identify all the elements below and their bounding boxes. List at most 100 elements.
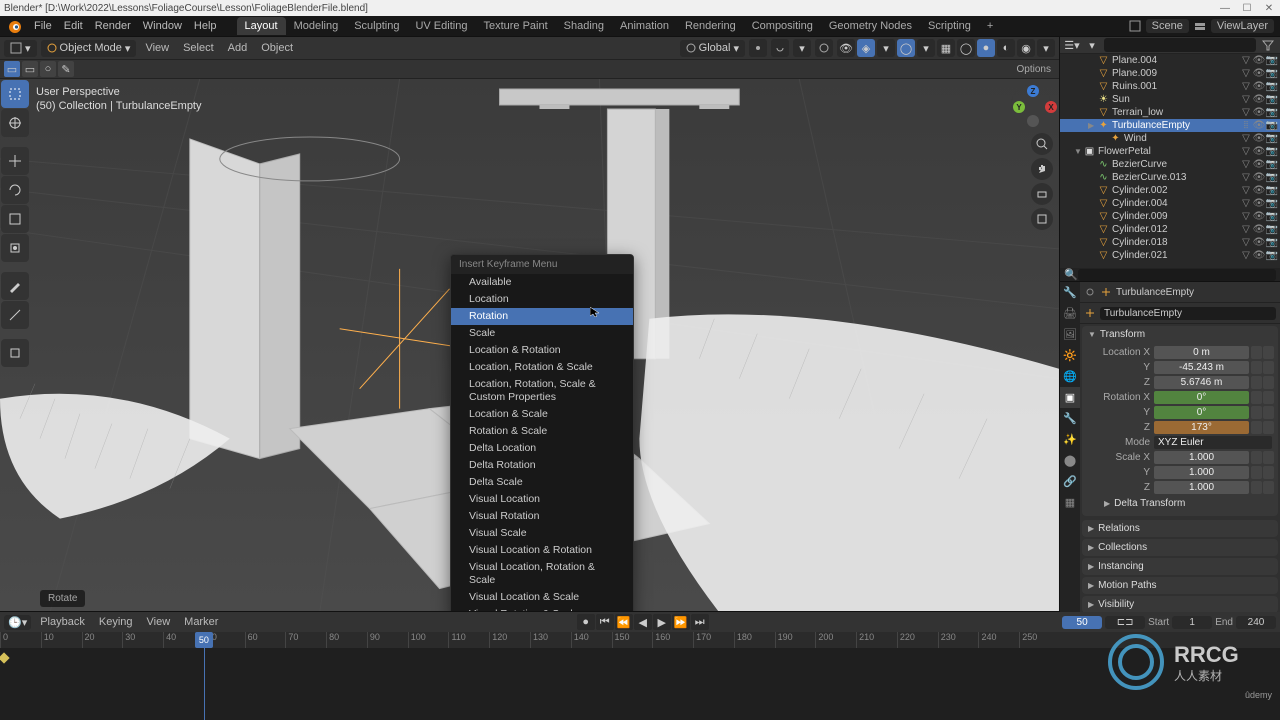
outliner-row[interactable]: ▽Cylinder.018▽👁📷 — [1060, 236, 1280, 249]
axis-z-icon[interactable]: Z — [1027, 85, 1039, 97]
panel-delta-transform[interactable]: ▶Delta Transform — [1090, 495, 1274, 512]
outliner-row[interactable]: ▽Terrain_low▽👁📷 — [1060, 106, 1280, 119]
kf-item-location-scale[interactable]: Location & Scale — [451, 406, 633, 423]
outliner-row[interactable]: ▽Plane.009▽👁📷 — [1060, 67, 1280, 80]
vp-menu-add[interactable]: Add — [223, 42, 253, 54]
eye-icon[interactable]: 👁 — [1253, 185, 1265, 197]
kf-item-available[interactable]: Available — [451, 274, 633, 291]
tool-rotate[interactable] — [1, 176, 29, 204]
field-location-x[interactable]: 0 m — [1154, 346, 1249, 359]
outliner-filter-input[interactable] — [1078, 269, 1276, 281]
viewport-3d-canvas[interactable]: User Perspective (50) Collection | Turbu… — [0, 79, 1059, 611]
maximize-button[interactable]: ☐ — [1240, 1, 1254, 15]
kf-item-delta-location[interactable]: Delta Location — [451, 440, 633, 457]
menu-window[interactable]: Window — [137, 20, 188, 32]
menu-help[interactable]: Help — [188, 20, 223, 32]
tab-uv-editing[interactable]: UV Editing — [407, 17, 475, 35]
render-icon[interactable]: 📷 — [1266, 120, 1278, 132]
nav-camera-button[interactable] — [1031, 183, 1053, 205]
outliner-row[interactable]: ▽Plane.004▽👁📷 — [1060, 54, 1280, 67]
outliner-tree[interactable]: ▽Plane.004▽👁📷▽Plane.009▽👁📷▽Ruins.001▽👁📷☀… — [1060, 54, 1280, 268]
tab-modeling[interactable]: Modeling — [286, 17, 347, 35]
kf-item-location-rotation-scale[interactable]: Location, Rotation & Scale — [451, 359, 633, 376]
overlay-dropdown[interactable]: ▾ — [917, 39, 935, 57]
eye-icon[interactable]: 👁 — [1253, 172, 1265, 184]
select-mode-box[interactable]: ▭ — [22, 61, 38, 77]
tool-select-box[interactable] — [1, 80, 29, 108]
tab-add[interactable]: + — [979, 17, 1001, 35]
eye-icon[interactable]: 👁 — [1253, 250, 1265, 262]
axis-neg-z-icon[interactable] — [1027, 115, 1039, 127]
nav-persp-button[interactable] — [1031, 208, 1053, 230]
eye-icon[interactable]: 👁 — [1253, 81, 1265, 93]
tab-shading[interactable]: Shading — [556, 17, 612, 35]
menu-edit[interactable]: Edit — [58, 20, 89, 32]
select-mode-circle[interactable]: ○ — [40, 61, 56, 77]
tab-rendering[interactable]: Rendering — [677, 17, 744, 35]
menu-file[interactable]: File — [28, 20, 58, 32]
select-mode-tweak[interactable]: ▭ — [4, 61, 20, 77]
snap-toggle[interactable] — [771, 39, 789, 57]
tab-compositing[interactable]: Compositing — [744, 17, 821, 35]
kf-item-delta-rotation[interactable]: Delta Rotation — [451, 457, 633, 474]
kf-item-rotation-scale[interactable]: Rotation & Scale — [451, 423, 633, 440]
tool-move[interactable] — [1, 147, 29, 175]
prop-tab-data[interactable]: ▦ — [1060, 492, 1080, 513]
play[interactable]: ▶ — [653, 614, 671, 630]
render-icon[interactable]: 📷 — [1266, 250, 1278, 262]
kf-item-location[interactable]: Location — [451, 291, 633, 308]
eye-icon[interactable]: 👁 — [1253, 120, 1265, 132]
prop-tab-constraints[interactable]: 🔗 — [1060, 471, 1080, 492]
render-icon[interactable]: 📷 — [1266, 146, 1278, 158]
kf-item-visual-rotation-scale[interactable]: Visual Rotation & Scale — [451, 606, 633, 611]
render-icon[interactable]: 📷 — [1266, 211, 1278, 223]
shading-solid[interactable]: ● — [977, 39, 995, 57]
breadcrumb-object[interactable]: TurbulanceEmpty — [1116, 287, 1194, 298]
kf-item-visual-location-scale[interactable]: Visual Location & Scale — [451, 589, 633, 606]
vp-menu-view[interactable]: View — [140, 42, 174, 54]
object-name-field[interactable]: TurbulanceEmpty — [1100, 307, 1276, 320]
jump-prev-key[interactable]: ⏪ — [615, 614, 633, 630]
panel-visibility[interactable]: ▶Visibility — [1082, 596, 1278, 613]
tl-menu-keying[interactable]: Keying — [94, 616, 138, 628]
outliner-row[interactable]: ∿BezierCurve.013▽👁📷 — [1060, 171, 1280, 184]
lock-loc-x[interactable] — [1251, 346, 1262, 359]
jump-start[interactable]: ⏮ — [596, 614, 614, 630]
shading-dropdown[interactable]: ▾ — [1037, 39, 1055, 57]
outliner-row[interactable]: ▽Ruins.001▽👁📷 — [1060, 80, 1280, 93]
tab-texture-paint[interactable]: Texture Paint — [475, 17, 555, 35]
mode-dropdown[interactable]: Object Mode ▾ — [41, 40, 137, 57]
eye-icon[interactable]: 👁 — [1253, 94, 1265, 106]
eye-icon[interactable]: 👁 — [1253, 237, 1265, 249]
tab-layout[interactable]: Layout — [237, 17, 286, 35]
axis-y-icon[interactable]: Y — [1013, 101, 1025, 113]
select-mode-lasso[interactable]: ✎ — [58, 61, 74, 77]
panel-motion-paths[interactable]: ▶Motion Paths — [1082, 577, 1278, 594]
field-rotation-z[interactable]: 173° — [1154, 421, 1249, 434]
eye-icon[interactable]: 👁 — [1253, 211, 1265, 223]
tool-options[interactable]: Options — [1013, 64, 1055, 75]
panel-collections[interactable]: ▶Collections — [1082, 539, 1278, 556]
gizmo-dropdown[interactable]: ▾ — [877, 39, 895, 57]
tool-add-cube[interactable] — [1, 339, 29, 367]
eye-icon[interactable]: 👁 — [1253, 55, 1265, 67]
field-scale-y[interactable]: 1.000 — [1154, 466, 1249, 479]
kf-item-visual-rotation[interactable]: Visual Rotation — [451, 508, 633, 525]
kf-item-delta-scale[interactable]: Delta Scale — [451, 474, 633, 491]
field-scale-z[interactable]: 1.000 — [1154, 481, 1249, 494]
kf-item-location-rotation-scale-custom-properties[interactable]: Location, Rotation, Scale & Custom Prope… — [451, 376, 633, 406]
render-icon[interactable]: 📷 — [1266, 107, 1278, 119]
kf-item-rotation[interactable]: Rotation — [451, 308, 633, 325]
viewlayer-selector[interactable]: ViewLayer — [1211, 19, 1274, 33]
timeline-body[interactable] — [0, 648, 1280, 720]
panel-instancing[interactable]: ▶Instancing — [1082, 558, 1278, 575]
prop-tab-output[interactable]: 🖨 — [1060, 303, 1080, 324]
dropdown-rotation-mode[interactable]: XYZ Euler — [1154, 436, 1272, 449]
field-location-y[interactable]: -45.243 m — [1154, 361, 1249, 374]
filter-icon[interactable] — [1260, 37, 1276, 53]
scene-selector[interactable]: Scene — [1146, 19, 1189, 33]
timeline-editor-dropdown[interactable]: 🕒▾ — [4, 615, 31, 630]
play-reverse[interactable]: ◀ — [634, 614, 652, 630]
eye-icon[interactable]: 👁 — [1253, 159, 1265, 171]
render-icon[interactable]: 📷 — [1266, 198, 1278, 210]
